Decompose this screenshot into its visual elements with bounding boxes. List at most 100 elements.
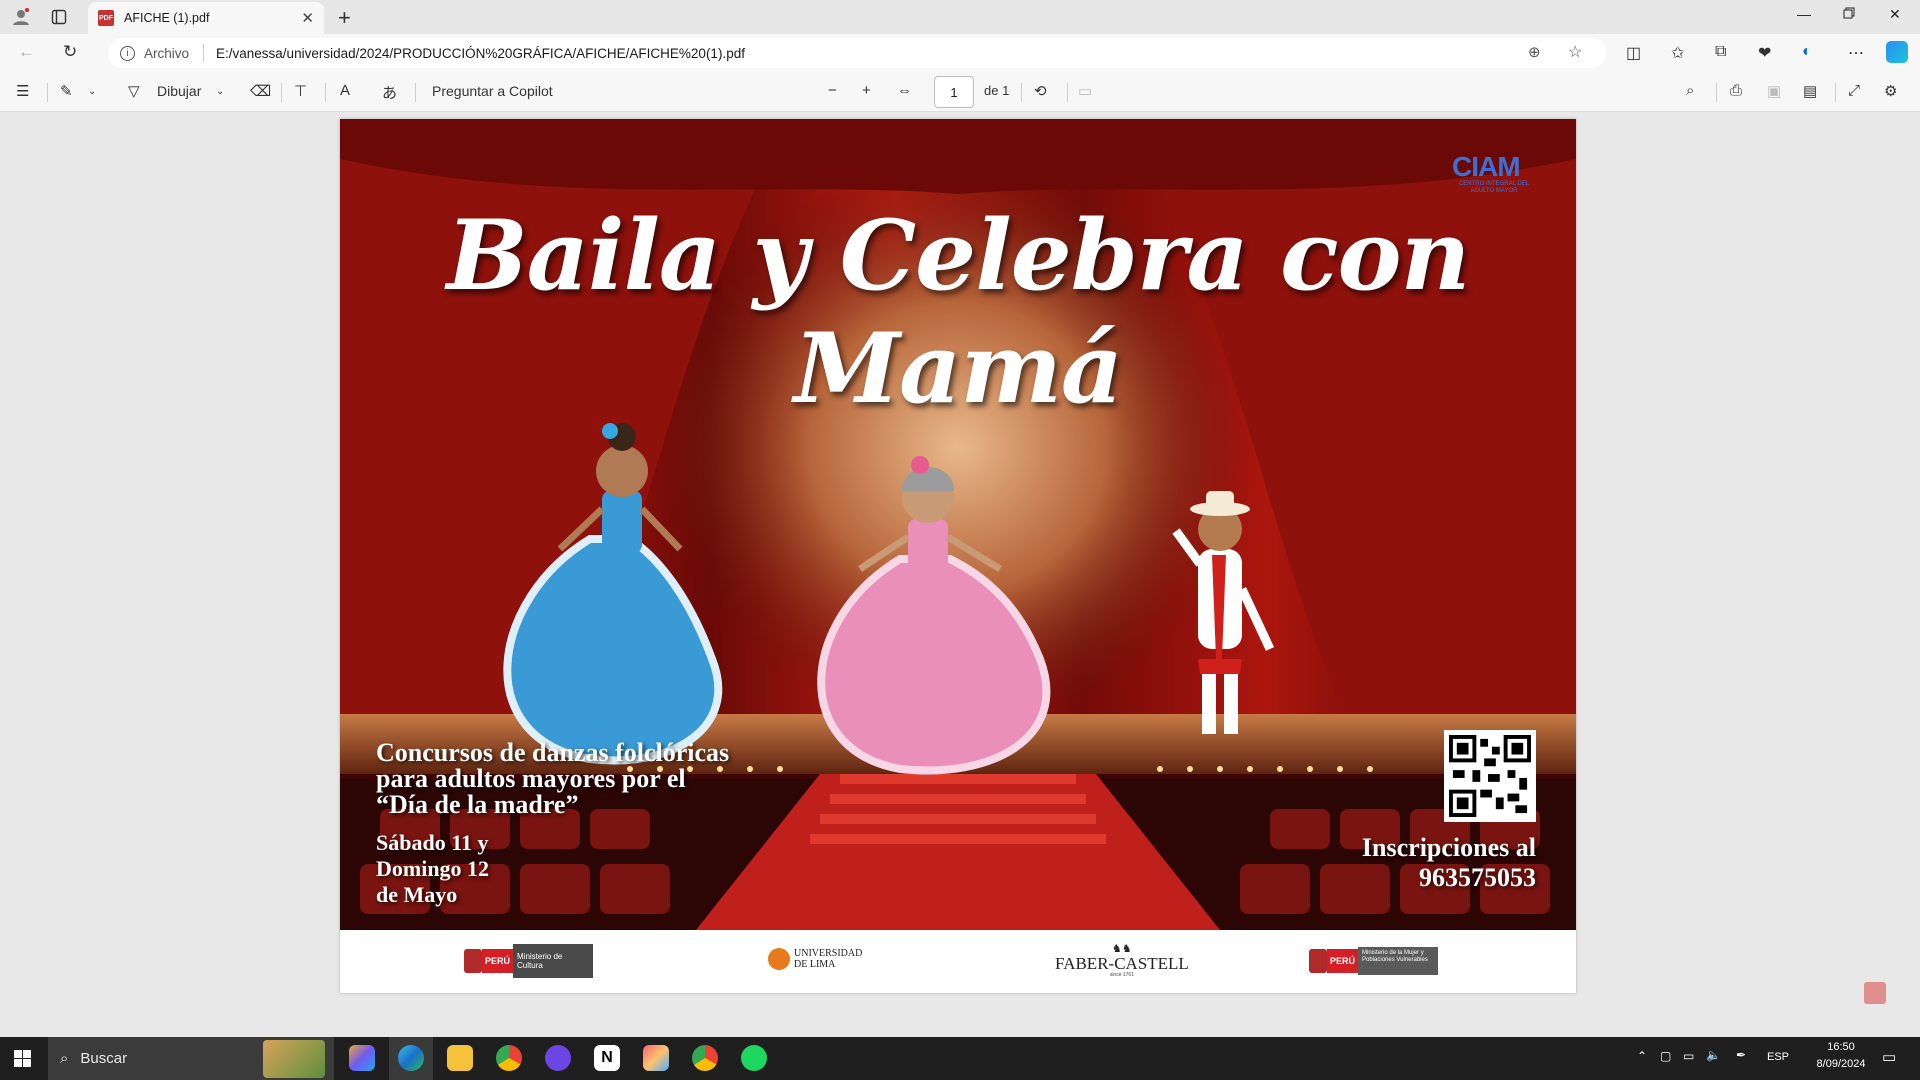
volume-icon[interactable]: 🔈 <box>1706 1048 1721 1062</box>
spotify-app-icon[interactable] <box>741 1045 767 1071</box>
close-window-button[interactable]: ✕ <box>1889 6 1901 23</box>
peru-badge: PERÚ <box>482 949 514 973</box>
refresh-icon[interactable]: ↻ <box>63 42 77 62</box>
peru-shield-icon <box>1309 949 1327 973</box>
pen-icon[interactable]: ✒ <box>1736 1048 1746 1062</box>
contents-icon[interactable]: ☰ <box>16 82 29 100</box>
close-tab-icon[interactable]: ✕ <box>301 9 314 27</box>
poster-title: Baila y Celebra con Mamá <box>446 199 1471 425</box>
page-view-icon[interactable]: ▭ <box>1078 82 1092 100</box>
erase-icon[interactable]: ⌫ <box>250 82 271 100</box>
split-screen-icon[interactable]: ◫ <box>1626 43 1641 63</box>
notion-app-icon[interactable]: N <box>594 1045 620 1071</box>
save-icon[interactable]: ▣ <box>1767 82 1781 100</box>
fullscreen-icon[interactable]: ⤢ <box>1848 82 1860 99</box>
minimize-button[interactable]: — <box>1797 6 1811 22</box>
translate-icon[interactable]: あ <box>382 82 397 103</box>
inscription-line-1: Inscripciones al <box>1361 833 1536 862</box>
toolbar-separator <box>1067 83 1068 102</box>
toolbar-separator <box>1716 83 1717 102</box>
highlight-dropdown-icon[interactable]: ⌄ <box>88 86 96 97</box>
contest-line-2: para adultos mayores por el <box>376 764 686 793</box>
photos-app-icon[interactable] <box>643 1045 669 1071</box>
file-explorer-icon[interactable] <box>447 1045 473 1071</box>
ciam-logo: CIAM <box>1452 151 1521 182</box>
ministerio-cultura-logo: PERÚ Ministerio de Cultura <box>464 944 594 978</box>
ministerio-cultura-text: Ministerio de Cultura <box>513 944 594 978</box>
date-line-1: Sábado 11 y <box>376 830 489 855</box>
taskbar: ⌕ Buscar N ⌃ ▢ ▭ 🔈 ✒ ESP 16:50 8/09/2024… <box>0 1037 1920 1080</box>
toolbar-separator <box>1835 83 1836 102</box>
notifications-icon[interactable]: ▭ <box>1882 1048 1896 1066</box>
tab-actions-icon[interactable] <box>48 7 70 27</box>
pdf-page: CIAM CENTRO INTEGRAL DEL ADULTO MAYOR Ba… <box>340 119 1576 993</box>
back-icon[interactable]: ← <box>18 42 35 62</box>
ask-copilot-button[interactable]: Preguntar a Copilot <box>432 83 553 99</box>
more-options-icon[interactable]: ⋯ <box>1848 43 1864 63</box>
navigation-bar: ← ↻ i Archivo E:/vanessa/universidad/202… <box>0 34 1920 72</box>
draw-dropdown-icon[interactable]: ⌄ <box>216 86 224 97</box>
favorites-icon[interactable]: ✩ <box>1671 43 1684 63</box>
fit-page-icon[interactable]: ⇔ <box>897 82 912 99</box>
clock-date[interactable]: 8/09/2024 <box>1810 1058 1872 1070</box>
ulima-logo: UNIVERSIDAD DE LIMA <box>768 948 862 970</box>
restore-button[interactable] <box>1843 6 1855 22</box>
windows-start-icon[interactable] <box>14 1050 31 1072</box>
rotate-icon[interactable]: ⟲ <box>1034 82 1047 100</box>
faber-text: FABER-CASTELL <box>1055 954 1189 973</box>
network-icon[interactable]: ▭ <box>1683 1049 1694 1063</box>
url-text[interactable]: E:/vanessa/universidad/2024/PRODUCCIÓN%2… <box>216 46 745 61</box>
search-icon: ⌕ <box>60 1050 69 1067</box>
tab-pdf[interactable]: PDF AFICHE (1).pdf ✕ <box>88 2 324 34</box>
pdf-viewer[interactable]: CIAM CENTRO INTEGRAL DEL ADULTO MAYOR Ba… <box>0 112 1920 1037</box>
faber-castell-logo: ♞♞ FABER-CASTELL since 1761 <box>1055 942 1189 978</box>
highlight-icon[interactable]: ✎ <box>60 82 73 100</box>
chrome-app-icon[interactable] <box>496 1045 522 1071</box>
save-as-icon[interactable]: ▤ <box>1803 82 1817 100</box>
edge-app-icon[interactable] <box>398 1045 424 1071</box>
collections-icon[interactable]: ⧉ <box>1715 43 1726 61</box>
address-separator <box>203 44 205 62</box>
show-hidden-icons[interactable]: ⌃ <box>1637 1049 1647 1063</box>
info-icon[interactable]: i <box>120 45 135 61</box>
draw-button[interactable]: Dibujar <box>157 83 201 99</box>
address-bar[interactable]: i Archivo E:/vanessa/universidad/2024/PR… <box>108 38 1606 68</box>
ciam-subtitle: CENTRO INTEGRAL DEL ADULTO MAYOR <box>1458 181 1530 194</box>
toolbar-separator <box>325 83 326 102</box>
profile-icon[interactable] <box>10 7 32 27</box>
media-app-icon[interactable] <box>545 1045 571 1071</box>
print-icon[interactable]: ⎙ <box>1730 82 1742 99</box>
search-pdf-icon[interactable]: ⌕ <box>1686 82 1694 99</box>
text-box-icon[interactable]: ⊤ <box>294 82 307 100</box>
acrobat-icon[interactable] <box>1864 982 1886 1004</box>
favorite-star-icon[interactable]: ☆ <box>1568 42 1582 62</box>
toolbar-separator <box>47 83 48 102</box>
toolbar-separator <box>1021 83 1022 102</box>
chrome-profile-app-icon[interactable] <box>692 1045 718 1071</box>
qr-code <box>1444 730 1536 822</box>
language-indicator[interactable]: ESP <box>1767 1051 1789 1063</box>
title-bar: PDF AFICHE (1).pdf ✕ + — ✕ <box>0 0 1920 34</box>
poster-image: CIAM CENTRO INTEGRAL DEL ADULTO MAYOR Ba… <box>340 119 1576 930</box>
zoom-icon[interactable]: ⊕ <box>1528 43 1541 61</box>
pdf-file-icon: PDF <box>98 10 114 26</box>
new-tab-button[interactable]: + <box>338 5 351 31</box>
taskbar-search[interactable]: ⌕ Buscar <box>48 1037 334 1080</box>
ulima-line-1: UNIVERSIDAD <box>794 948 863 959</box>
toolbar-separator <box>281 83 282 102</box>
address-label: Archivo <box>144 45 190 61</box>
draw-icon[interactable]: ▽ <box>128 82 140 100</box>
clock-time[interactable]: 16:50 <box>1816 1041 1866 1053</box>
settings-gear-icon[interactable]: ⚙ <box>1884 82 1897 100</box>
copilot-icon[interactable] <box>1886 41 1908 63</box>
copilot-app-icon[interactable] <box>349 1045 375 1071</box>
meet-icon[interactable]: ▢ <box>1660 1049 1671 1063</box>
read-aloud-icon[interactable]: A <box>340 82 350 99</box>
sponsor-logos: PERÚ Ministerio de Cultura UNIVERSIDAD D… <box>340 930 1576 993</box>
zoom-out-icon[interactable]: − <box>828 82 837 99</box>
page-number-input[interactable]: 1 <box>934 76 974 108</box>
browser-essentials-icon[interactable]: ❤ <box>1758 43 1771 63</box>
peru-shield-icon <box>464 949 482 973</box>
edge-extension-icon[interactable]: ◐ <box>1802 43 1812 61</box>
zoom-in-icon[interactable]: + <box>862 82 871 99</box>
